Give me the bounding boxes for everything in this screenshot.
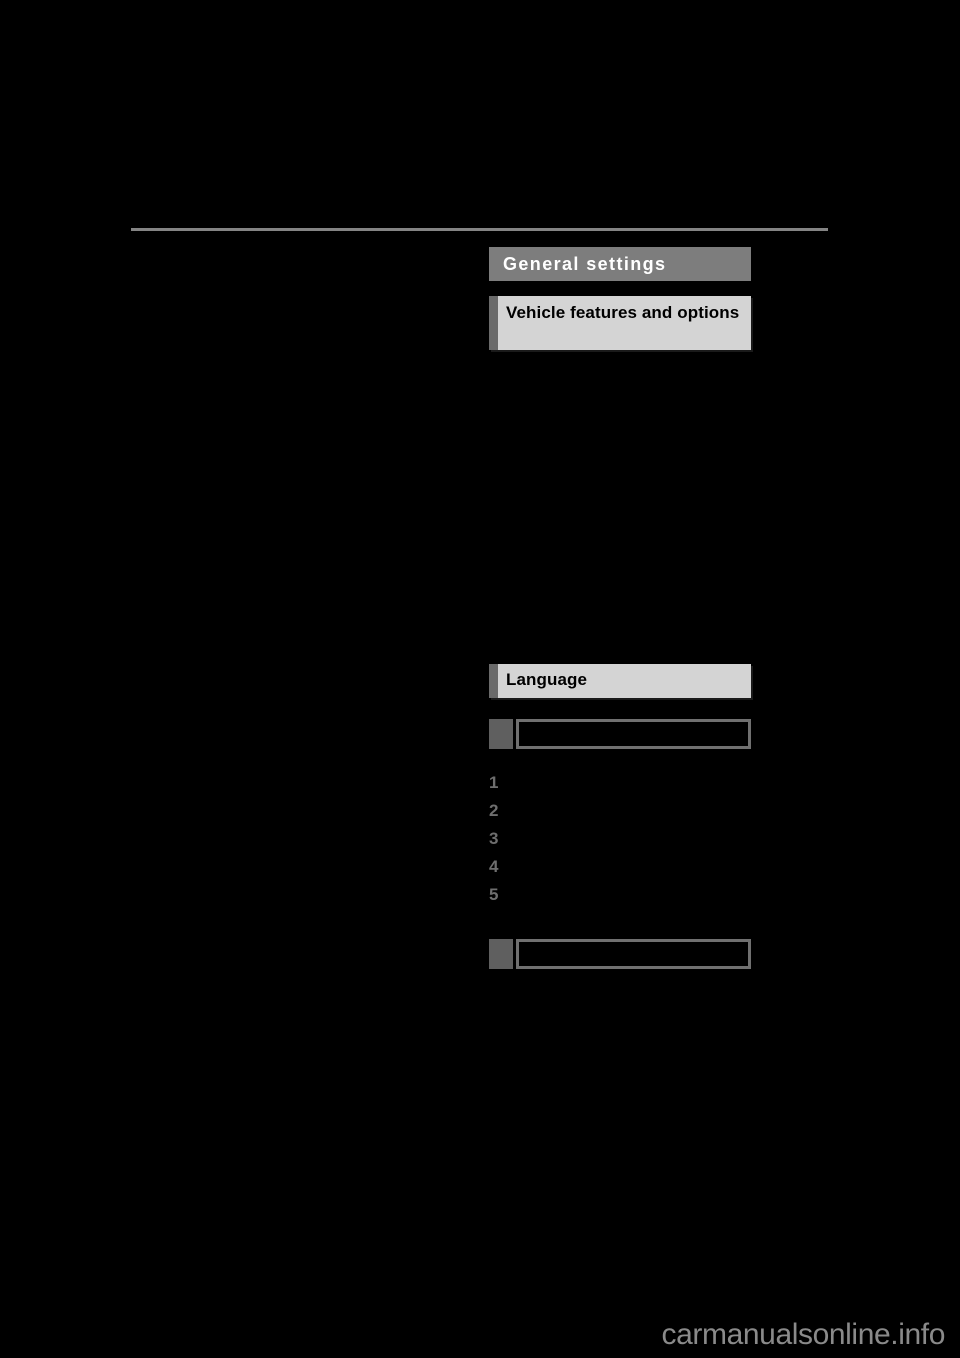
list-item: 2	[489, 800, 751, 828]
list-item: 1	[489, 772, 751, 800]
procedure-frame	[516, 719, 751, 749]
section-heading-language: Language	[506, 670, 588, 689]
section-body: Vehicle features and options	[498, 296, 751, 350]
section-heading-vehicle-features: Vehicle features and options	[506, 303, 740, 322]
watermark-name: carmanualsonline	[661, 1318, 891, 1351]
manual-page: General settings Vehicle features and op…	[0, 0, 960, 1358]
chapter-title: General settings	[503, 254, 667, 274]
section-tab-marker	[489, 664, 498, 698]
list-item-number: 4	[489, 857, 499, 876]
section-body: Language	[498, 664, 751, 698]
procedure-box-2	[489, 939, 751, 969]
watermark-tld: .info	[890, 1318, 945, 1351]
list-item-number: 5	[489, 885, 499, 904]
section-tab-marker	[489, 296, 498, 350]
list-item: 4	[489, 856, 751, 884]
chapter-title-bar: General settings	[489, 247, 751, 281]
left-text-column-redacted	[131, 240, 471, 1220]
numbered-step-list: 1 2 3 4 5	[489, 772, 751, 912]
procedure-box-1	[489, 719, 751, 749]
list-item-number: 3	[489, 829, 499, 848]
section-vehicle-features-and-options: Vehicle features and options	[489, 296, 751, 350]
procedure-frame	[516, 939, 751, 969]
procedure-marker-icon	[489, 939, 513, 969]
list-item-number: 2	[489, 801, 499, 820]
list-item: 3	[489, 828, 751, 856]
watermark: carmanualsonline.info	[661, 1318, 946, 1352]
procedure-marker-icon	[489, 719, 513, 749]
section-language: Language	[489, 664, 751, 698]
header-rule	[131, 228, 828, 231]
list-item-number: 1	[489, 773, 499, 792]
list-item: 5	[489, 884, 751, 912]
